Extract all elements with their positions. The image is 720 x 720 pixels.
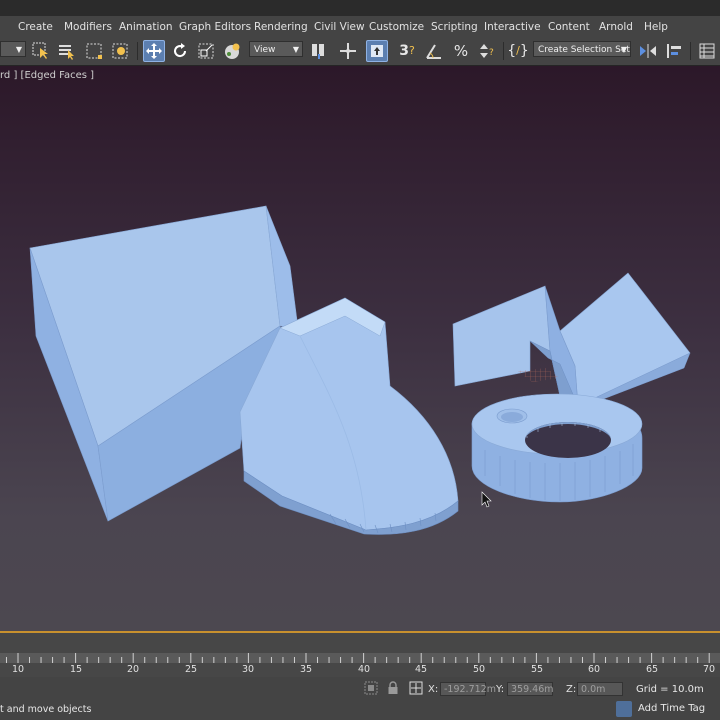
chevron-down-icon: ▼	[292, 45, 299, 54]
select-and-move-icon[interactable]	[143, 40, 165, 62]
time-tag-icon	[616, 701, 632, 717]
toolbar-separator	[503, 42, 504, 60]
z-coord-label: Z:	[566, 684, 577, 695]
svg-text:?: ?	[489, 48, 494, 58]
z-coord-field[interactable]: 0.0m	[577, 682, 623, 696]
tick-label: 35	[299, 664, 313, 675]
tick-label: 45	[414, 664, 428, 675]
select-by-name-icon[interactable]	[57, 41, 77, 61]
menu-rendering[interactable]: Rendering	[254, 21, 308, 33]
rectangular-selection-icon[interactable]	[84, 41, 104, 61]
percent-snap-icon[interactable]: %	[451, 41, 471, 61]
x-coord-label: X:	[428, 684, 439, 695]
status-message: t and move objects	[0, 704, 92, 715]
menu-civil-view[interactable]: Civil View	[314, 21, 365, 33]
select-and-scale-icon[interactable]	[196, 41, 216, 61]
menu-customize[interactable]: Customize	[369, 21, 424, 33]
select-manipulate-icon[interactable]	[338, 41, 358, 61]
window-crossing-icon[interactable]	[110, 41, 130, 61]
shaded-sphere-icon[interactable]	[222, 41, 242, 61]
mouse-cursor	[481, 491, 492, 508]
layer-explorer-icon[interactable]	[697, 41, 717, 61]
menu-scripting[interactable]: Scripting	[431, 21, 478, 33]
select-object-icon[interactable]	[31, 41, 51, 61]
toolbar-separator	[137, 42, 138, 60]
menu-content[interactable]: Content	[548, 21, 590, 33]
y-coord-field[interactable]: 359.46m	[507, 682, 554, 696]
add-time-tag-label: Add Time Tag	[638, 703, 706, 714]
menu-graph-editors[interactable]: Graph Editors	[179, 21, 251, 33]
tick-label: 30	[241, 664, 255, 675]
add-time-tag-button[interactable]: Add Time Tag	[616, 701, 705, 717]
timeline-track[interactable]: 10 15 20 25 30 35 40 45 50 55 60 65 70	[0, 633, 720, 678]
mirror-icon[interactable]	[638, 41, 658, 61]
menu-help[interactable]: Help	[644, 21, 668, 33]
chevron-down-icon: ▼	[620, 45, 627, 54]
select-and-rotate-icon[interactable]	[170, 41, 190, 61]
use-pivot-icon[interactable]	[309, 41, 329, 61]
x-coord-field[interactable]: -192.712m	[440, 682, 496, 696]
lock-icon[interactable]	[387, 681, 399, 698]
status-bar: X: -192.712m Y: 359.46m Z: 0.0m Grid = 1…	[0, 677, 720, 720]
bowtie-object[interactable]	[452, 272, 691, 409]
menu-arnold[interactable]: Arnold	[599, 21, 633, 33]
tick-label: 25	[184, 664, 198, 675]
menu-interactive[interactable]: Interactive	[484, 21, 541, 33]
menu-modifiers[interactable]: Modifiers	[64, 21, 112, 33]
selection-set-label: Create Selection Set	[538, 45, 630, 55]
tick-label: 40	[357, 664, 371, 675]
chevron-down-icon: ▼	[15, 45, 22, 54]
menu-create[interactable]: Create	[18, 21, 53, 33]
perspective-viewport[interactable]: rd ] [Edged Faces ]	[0, 66, 720, 632]
menu-animation[interactable]: Animation	[119, 21, 173, 33]
tick-label: 15	[69, 664, 83, 675]
menu-bar: Create Modifiers Animation Graph Editors…	[0, 16, 720, 39]
keyboard-shortcut-icon[interactable]	[366, 40, 388, 62]
title-strip	[0, 0, 720, 16]
tick-label: 10	[11, 664, 25, 675]
grid-readout: Grid = 10.0m	[636, 684, 704, 695]
isolate-selection-icon[interactable]	[364, 681, 378, 698]
toolbar-separator	[690, 42, 691, 60]
reference-coordinate-dropdown[interactable]: View ▼	[249, 41, 303, 57]
tick-label: 60	[587, 664, 601, 675]
selection-set-dropdown[interactable]: Create Selection Set ▼	[533, 41, 631, 57]
y-coord-label: Y:	[496, 684, 505, 695]
tick-label: 65	[645, 664, 659, 675]
absolute-mode-icon[interactable]	[409, 681, 423, 698]
selection-filter-dropdown[interactable]: ▼	[0, 41, 26, 57]
tick-label: 55	[530, 664, 544, 675]
tick-label: 20	[126, 664, 140, 675]
main-toolbar: ▼ View ▼ 3? % ? {/} Create Selection Set ▼	[0, 38, 720, 66]
view-dropdown-label: View	[254, 45, 276, 55]
tube-object[interactable]	[471, 393, 643, 503]
spinner-snap-icon[interactable]: ?	[477, 41, 497, 61]
scene-view	[29, 205, 691, 535]
snaps-toggle-icon[interactable]: 3?	[397, 41, 417, 61]
tick-label: 50	[472, 664, 486, 675]
align-icon[interactable]	[664, 41, 684, 61]
named-selection-icon[interactable]: {/}	[507, 41, 529, 61]
tick-label: 70	[702, 664, 716, 675]
angle-snap-icon[interactable]	[424, 41, 444, 61]
